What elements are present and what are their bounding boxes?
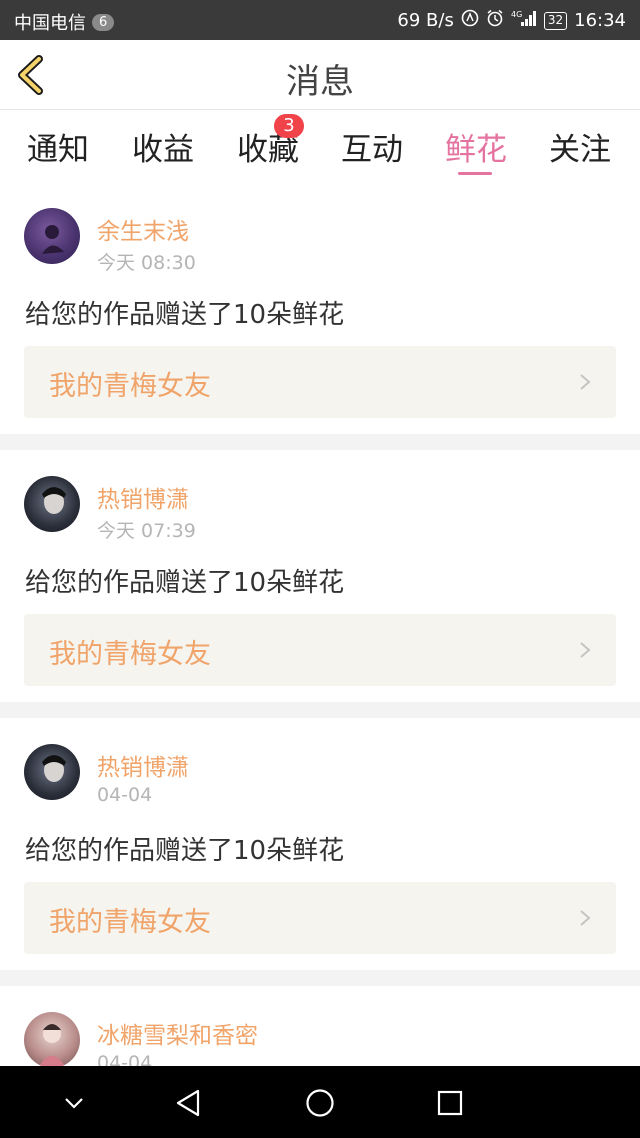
chevron-right-icon [580,374,591,390]
recents-square-icon [437,1090,463,1116]
carrier-name: 中国电信 [14,13,86,34]
tab-notifications[interactable]: 通知 [6,124,110,169]
divider [0,434,640,450]
notification-count-badge: 6 [92,13,115,31]
tab-flowers[interactable]: 鲜花 [424,124,528,175]
page-title: 消息 [286,62,354,102]
work-title: 我的青梅女友 [49,907,211,938]
battery-level: 32 [543,11,568,30]
system-nav-bar [0,1066,640,1138]
tab-earnings[interactable]: 收益 [111,124,215,169]
tab-label: 通知 [27,132,89,168]
tab-label: 收益 [132,132,194,168]
svg-text:4G: 4G [511,10,522,19]
home-circle-icon [306,1089,334,1117]
message-text: 给您的作品赠送了10朵鲜花 [25,300,345,330]
recents-button[interactable] [432,1086,468,1120]
chevron-right-icon [580,910,591,926]
collapse-icon [65,1098,83,1109]
message-text: 给您的作品赠送了10朵鲜花 [25,568,345,598]
unread-badge: 3 [274,114,304,138]
app-header: 消息 [0,40,640,110]
sender-name[interactable]: 热销博潇 [97,748,189,782]
message-card: 热销博潇 今天 07:39 给您的作品赠送了10朵鲜花 我的青梅女友 [0,450,640,702]
tab-label: 关注 [549,132,611,168]
active-tab-indicator [458,172,492,175]
avatar[interactable] [24,208,80,264]
avatar[interactable] [24,744,80,800]
tab-favorites[interactable]: 收藏 3 [216,114,320,169]
tab-bar: 通知 收益 收藏 3 互动 鲜花 关注 [0,110,640,184]
sender-name[interactable]: 余生末浅 [97,212,189,246]
work-link[interactable]: 我的青梅女友 [24,614,616,686]
clock: 16:34 [574,10,626,31]
work-link[interactable]: 我的青梅女友 [24,346,616,418]
tab-interactions[interactable]: 互动 [320,124,424,169]
network-speed: 69 B/s [397,10,454,31]
work-link[interactable]: 我的青梅女友 [24,882,616,954]
sender-name[interactable]: 热销博潇 [97,480,189,514]
tab-label: 鲜花 [445,132,507,168]
back-triangle-icon [176,1089,200,1117]
tab-label: 互动 [341,132,403,168]
message-time: 04-04 [97,784,153,806]
tab-follows[interactable]: 关注 [528,124,632,169]
back-nav-button[interactable] [170,1086,206,1120]
message-time: 今天 08:30 [97,252,196,274]
message-card: 冰糖雪梨和香密 04-04 [0,986,640,1066]
sender-name[interactable]: 冰糖雪梨和香密 [97,1016,258,1050]
divider [0,702,640,718]
work-title: 我的青梅女友 [49,639,211,670]
avatar[interactable] [24,476,80,532]
chevron-right-icon [580,642,591,658]
signal-4g-icon: 4G [511,9,537,32]
status-bar: 中国电信 6 69 B/s 4G 32 16:34 [0,0,640,40]
collapse-button[interactable] [56,1086,92,1120]
message-time: 今天 07:39 [97,520,196,542]
data-saver-icon [461,9,479,32]
avatar[interactable] [24,1012,80,1066]
message-card: 余生末浅 今天 08:30 给您的作品赠送了10朵鲜花 我的青梅女友 [0,184,640,434]
message-time: 04-04 [97,1052,153,1066]
message-text: 给您的作品赠送了10朵鲜花 [25,836,345,866]
alarm-icon [486,9,504,32]
message-card: 热销博潇 04-04 给您的作品赠送了10朵鲜花 我的青梅女友 [0,718,640,970]
divider [0,970,640,986]
home-button[interactable] [302,1086,338,1120]
work-title: 我的青梅女友 [49,371,211,402]
